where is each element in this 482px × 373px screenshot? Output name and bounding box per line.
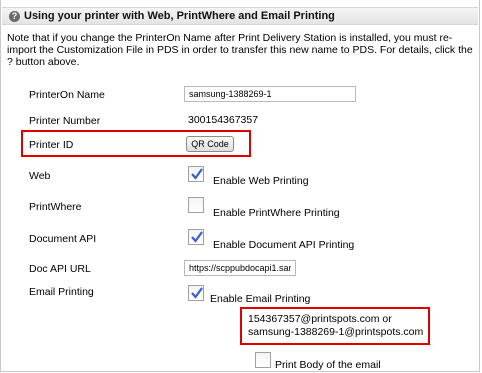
printwhere-label: PrintWhere xyxy=(29,201,82,213)
checkmark-icon xyxy=(191,231,203,243)
section-title: Using your printer with Web, PrintWhere … xyxy=(24,10,335,22)
info-note: Note that if you change the PrinterOn Na… xyxy=(7,32,473,68)
email-printing-label: Email Printing xyxy=(29,286,94,298)
email-printing-checkbox-label: Enable Email Printing xyxy=(210,293,311,305)
settings-panel: ? Using your printer with Web, PrintWher… xyxy=(0,0,480,372)
print-body-checkbox-label: Print Body of the email xyxy=(275,359,381,371)
checkmark-icon xyxy=(191,287,203,299)
web-label: Web xyxy=(29,170,51,182)
printwhere-checkbox-label: Enable PrintWhere Printing xyxy=(213,207,340,219)
web-checkbox[interactable] xyxy=(188,166,204,182)
printeron-name-label: PrinterOn Name xyxy=(29,89,105,101)
doc-api-url-input[interactable] xyxy=(184,260,296,276)
checkmark-icon xyxy=(191,168,203,180)
web-checkbox-label: Enable Web Printing xyxy=(213,175,309,187)
printer-number-value: 300154367357 xyxy=(188,114,259,126)
printwhere-checkbox[interactable] xyxy=(188,197,204,213)
document-api-label: Document API xyxy=(29,233,97,245)
qr-code-button[interactable]: QR Code xyxy=(186,136,234,152)
printer-id-label: Printer ID xyxy=(29,139,74,151)
email-address-line2: samsung-1388269-1@printspots.com xyxy=(248,326,424,338)
help-icon[interactable]: ? xyxy=(9,11,20,22)
email-printing-checkbox[interactable] xyxy=(188,285,204,301)
doc-api-url-label: Doc API URL xyxy=(29,263,91,275)
email-address-line1: 154367357@printspots.com or xyxy=(248,313,392,325)
section-header: ? Using your printer with Web, PrintWher… xyxy=(2,7,478,25)
document-api-checkbox[interactable] xyxy=(188,229,204,245)
printer-number-label: Printer Number xyxy=(29,115,101,127)
print-body-checkbox[interactable] xyxy=(255,352,271,368)
printeron-name-input[interactable] xyxy=(184,86,356,102)
document-api-checkbox-label: Enable Document API Printing xyxy=(213,239,355,251)
